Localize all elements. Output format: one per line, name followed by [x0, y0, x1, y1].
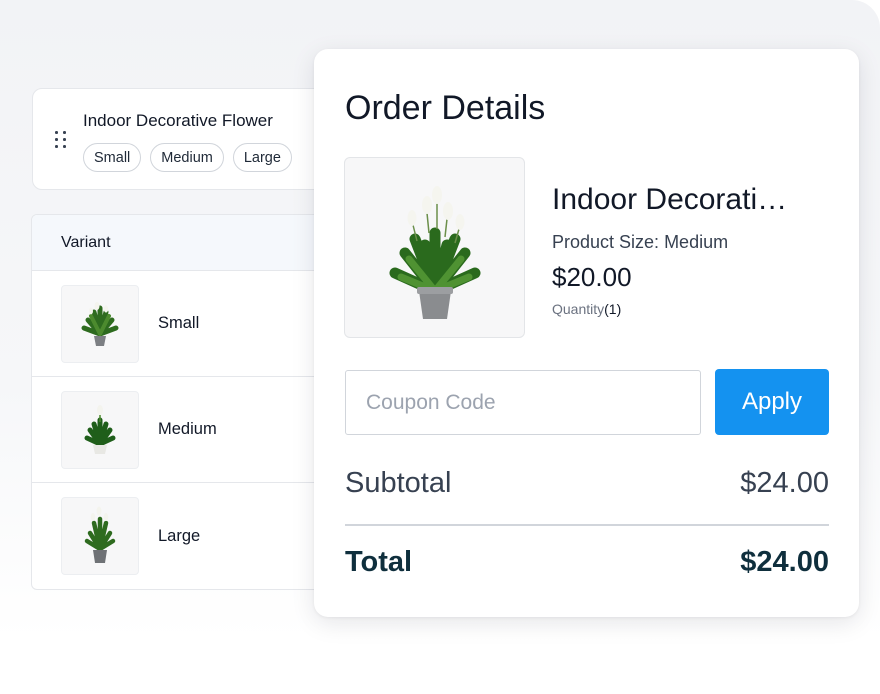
subtotal-value: $24.00 — [740, 467, 829, 499]
summary-divider — [345, 524, 829, 526]
size-chip-large[interactable]: Large — [232, 143, 292, 172]
total-label: Total — [345, 546, 413, 578]
subtotal-label: Subtotal — [345, 467, 452, 499]
plant-icon — [389, 185, 480, 319]
variant-table-header: Variant — [32, 215, 330, 271]
plant-icon — [61, 497, 139, 575]
order-details-title: Order Details — [345, 89, 546, 127]
variant-row-large[interactable]: Large — [32, 483, 330, 589]
variant-name: Small — [158, 314, 200, 332]
variant-name: Large — [158, 526, 201, 545]
product-card: Indoor Decorative Flower Small Medium La… — [32, 88, 332, 190]
variant-table: Variant Small Medium Large — [31, 214, 331, 590]
quantity-label: Quantity — [552, 301, 605, 317]
subtotal-row: Subtotal $24.00 — [345, 467, 829, 500]
order-quantity: Quantity(1) — [552, 301, 621, 317]
size-chip-group: Small Medium Large — [83, 143, 292, 172]
variant-row-medium[interactable]: Medium — [32, 377, 330, 483]
total-value: $24.00 — [740, 546, 829, 578]
apply-coupon-button[interactable]: Apply — [715, 369, 829, 435]
quantity-value: (1) — [604, 301, 622, 317]
plant-icon — [61, 284, 139, 363]
order-product-name: Indoor Decorati… — [552, 183, 788, 216]
total-row: Total $24.00 — [345, 546, 829, 579]
coupon-code-input[interactable] — [345, 370, 701, 435]
variant-row-small[interactable]: Small — [32, 271, 330, 377]
variant-name: Medium — [158, 420, 217, 438]
order-details-card: Order Details Indoor Decorati… Product S… — [314, 49, 859, 625]
drag-handle-icon[interactable] — [55, 131, 67, 149]
size-chip-small[interactable]: Small — [83, 143, 142, 172]
order-product-size: Product Size: Medium — [552, 232, 728, 253]
product-image — [344, 157, 525, 338]
product-size-value: Medium — [664, 232, 729, 252]
plant-icon — [61, 390, 139, 469]
product-size-label: Product Size: — [552, 232, 665, 252]
product-title: Indoor Decorative Flower — [83, 111, 273, 130]
order-product-price: $20.00 — [552, 262, 632, 292]
size-chip-medium[interactable]: Medium — [150, 143, 224, 172]
